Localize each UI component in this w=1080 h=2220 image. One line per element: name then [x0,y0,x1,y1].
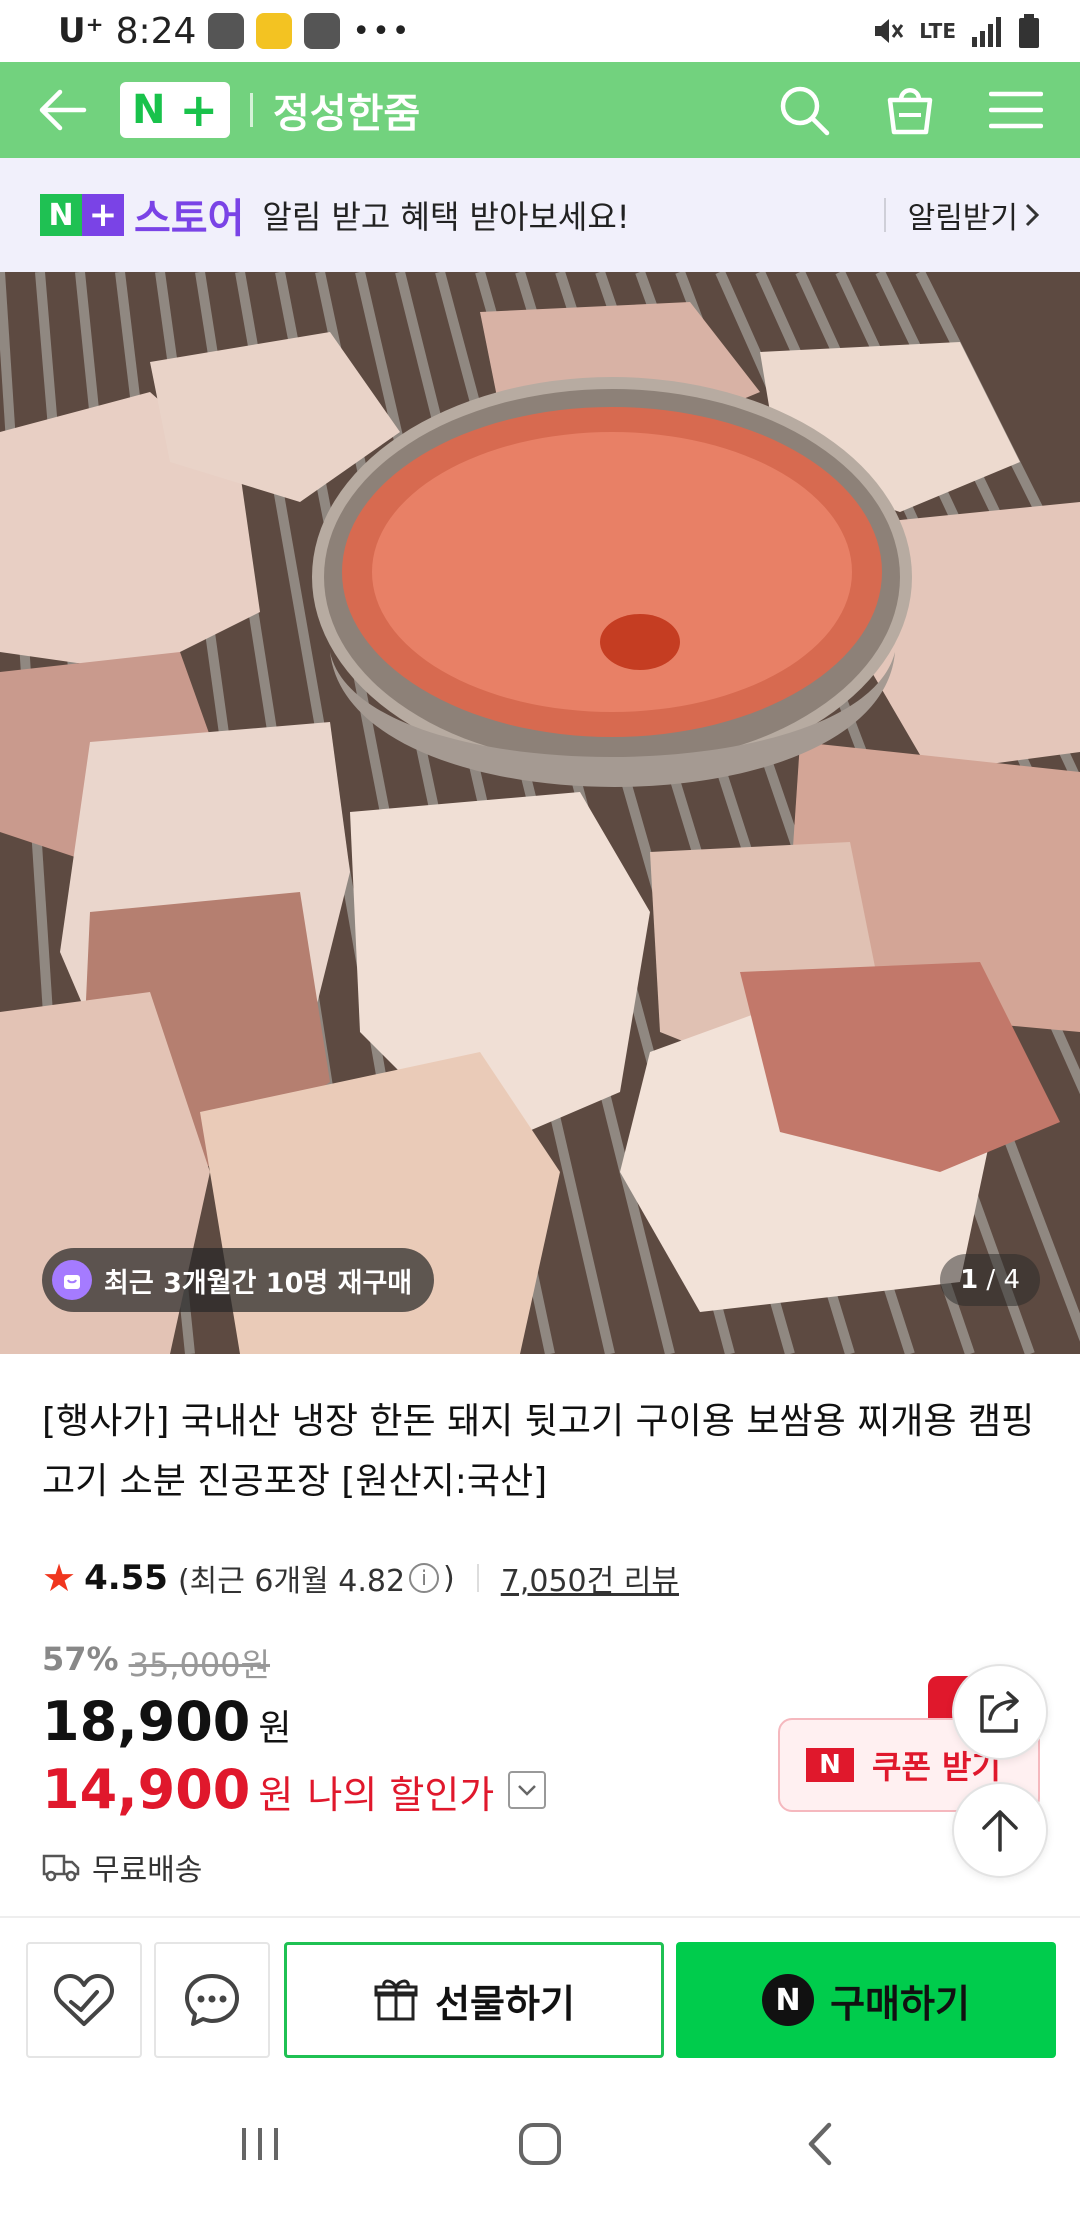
chevron-right-icon [1025,203,1040,227]
original-price: 35,000원 [128,1646,271,1684]
pager-current: 1 [960,1265,979,1295]
chevron-down-icon [518,1784,537,1796]
share-button[interactable] [952,1664,1048,1760]
recent-rating-close: ) [443,1560,455,1596]
recent-rating: (최근 6개월 4.82 [177,1564,406,1599]
banner-message: 알림 받고 혜택 받아보세요! [262,198,630,236]
home-button[interactable] [480,2094,600,2194]
store-header: N + 정성한줌 [0,62,1080,158]
more-notifications-icon: ••• [352,13,412,49]
buy-label: 구매하기 [830,1981,970,2026]
battery-icon [1019,14,1039,48]
notification-banner: N + 스토어 알림 받고 혜택 받아보세요! 알림받기 [0,158,1080,272]
shipping-row: 무료배송 [42,1845,202,1889]
mute-icon [875,19,904,43]
gift-icon [374,1979,418,2021]
repurchase-badge: 최근 3개월간 10명 재구매 [42,1248,435,1312]
subscribe-alerts-button[interactable]: 알림받기 [908,193,1040,237]
talk-talk-button[interactable] [154,1942,270,2058]
logo-letter: N [131,87,166,133]
gift-button[interactable]: 선물하기 [284,1942,664,2058]
arrow-up-icon [982,1810,1018,1852]
cart-button[interactable] [874,74,946,146]
chat-bubble-icon [185,1974,239,2026]
price-row: 18,900 원 [42,1690,292,1753]
price-unit: 원 [258,1708,292,1749]
back-arrow-icon [39,89,87,131]
banner-divider [883,198,886,232]
buy-button[interactable]: N 구매하기 [676,1942,1056,2058]
notification-app-icon [304,13,341,49]
search-button[interactable] [768,74,840,146]
discount-rate: 57% [42,1640,119,1678]
chevron-left-icon [808,2122,832,2166]
info-icon[interactable]: i [409,1563,440,1593]
store-name[interactable]: 정성한줌 [273,81,420,139]
bag-icon [52,1260,92,1300]
product-photo [0,272,1080,1354]
truck-icon [42,1854,80,1882]
repurchase-text: 최근 3개월간 10명 재구매 [104,1267,413,1299]
sale-price: 18,900 [42,1690,251,1753]
product-image-carousel[interactable]: 최근 3개월간 10명 재구매 1 / 4 [0,272,1080,1354]
status-bar: U⁺ 8:24 ••• LTE [0,0,1080,62]
system-navigation-bar [0,2068,1080,2220]
price-detail-toggle[interactable] [508,1770,547,1809]
image-pager: 1 / 4 [940,1254,1040,1306]
system-back-button[interactable] [760,2094,880,2194]
my-price-label: 나의 할인가 [307,1773,495,1817]
store-badge-label: 스토어 [134,196,245,242]
wishlist-button[interactable] [26,1942,142,2058]
menu-button[interactable] [980,74,1052,146]
my-discount-price-row: 14,900 원 나의 할인가 [42,1758,547,1821]
my-price-unit: 원 [258,1773,294,1817]
rating-divider [476,1564,479,1592]
scroll-to-top-button[interactable] [952,1782,1048,1878]
recent-apps-icon [242,2128,278,2160]
nplus-logo[interactable]: N + [120,82,230,138]
plus-logo-icon: + [82,194,124,236]
recent-apps-button[interactable] [200,2094,320,2194]
hamburger-menu-icon [989,91,1043,129]
pager-total: / 4 [986,1265,1020,1295]
plus-icon: + [179,83,219,137]
back-button[interactable] [28,75,98,145]
notification-app-icon [208,13,245,49]
n-logo-icon: N [40,194,82,236]
carrier-label: U⁺ [58,11,104,51]
nplus-store-badge: N + 스토어 [40,186,244,244]
naver-pay-icon: N [762,1974,815,2026]
star-icon: ★ [42,1556,77,1600]
share-icon [980,1691,1019,1733]
purchase-action-bar: 선물하기 N 구매하기 [0,1918,1080,2068]
heart-icon [54,1974,114,2026]
review-count-link[interactable]: 7,050건 리뷰 [501,1556,679,1600]
subscribe-alerts-label: 알림받기 [907,201,1018,236]
rating-row: ★ 4.55 (최근 6개월 4.82 i ) 7,050건 리뷰 [42,1556,679,1600]
coupon-n-icon: N [806,1748,854,1782]
notification-bank-icon [256,13,293,49]
discount-row: 57% 35,000원 [42,1640,270,1686]
search-icon [780,86,830,136]
header-divider [250,93,253,127]
signal-icon [972,17,1001,47]
home-icon [519,2123,561,2165]
product-title: [행사가] 국내산 냉장 한돈 돼지 뒷고기 구이용 보쌈용 찌개용 캠핑고기 … [42,1401,1035,1502]
gift-label: 선물하기 [435,1981,575,2026]
network-type: LTE [919,19,956,43]
shopping-bag-icon [887,88,933,135]
my-discount-price: 14,900 [42,1758,251,1821]
shipping-label: 무료배송 [92,1853,203,1888]
clock: 8:24 [115,10,197,52]
rating-value: 4.55 [84,1558,168,1598]
